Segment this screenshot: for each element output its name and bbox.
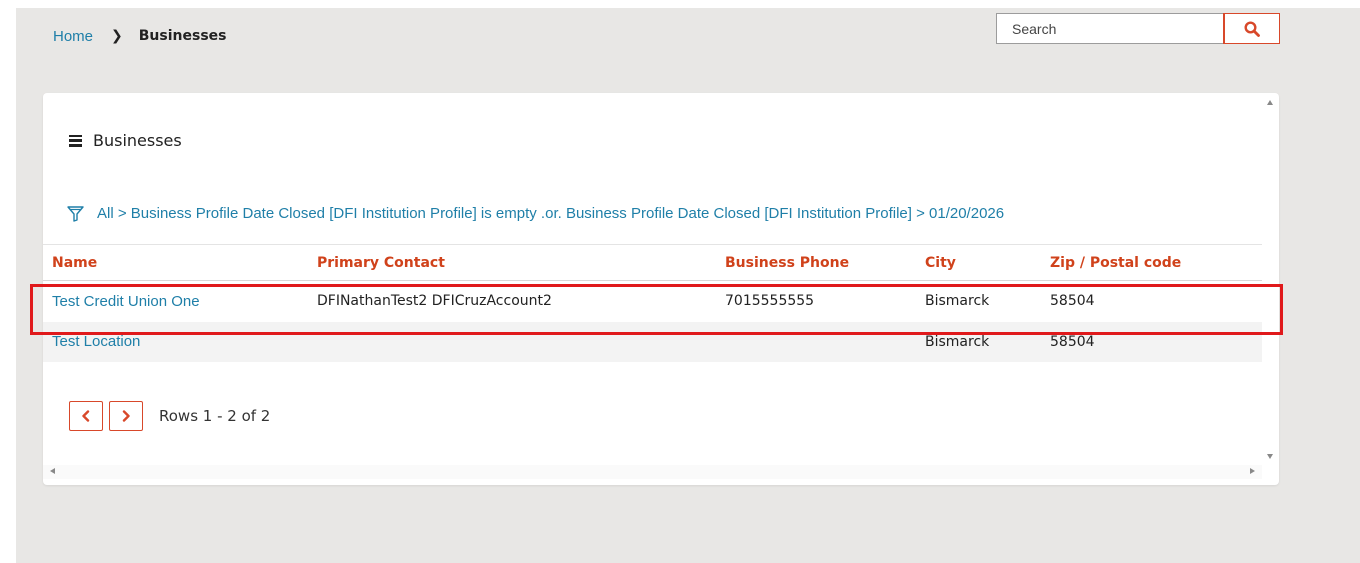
breadcrumb-home-link[interactable]: Home — [53, 28, 93, 45]
scroll-up-arrow-icon[interactable] — [1267, 100, 1273, 105]
scroll-right-arrow-icon[interactable] — [1250, 468, 1255, 474]
cell-business-phone — [716, 321, 916, 362]
breadcrumb-current: Businesses — [138, 28, 227, 44]
panel-title-text: Businesses — [93, 131, 182, 150]
breadcrumb: Home ❯ Businesses — [53, 26, 226, 46]
chevron-right-icon — [122, 410, 130, 422]
search-box — [996, 13, 1280, 44]
businesses-table: Name Primary Contact Business Phone City… — [43, 244, 1262, 362]
column-header-city[interactable]: City — [916, 244, 1041, 281]
filter-text[interactable]: All > Business Profile Date Closed [DFI … — [97, 205, 1004, 222]
search-input[interactable] — [997, 14, 1224, 43]
cell-city: Bismarck — [916, 321, 1041, 362]
column-header-primary-contact[interactable]: Primary Contact — [308, 244, 716, 281]
column-header-business-phone[interactable]: Business Phone — [716, 244, 916, 281]
cell-city: Bismarck — [925, 293, 990, 310]
column-header-name[interactable]: Name — [43, 244, 308, 281]
column-header-zip[interactable]: Zip / Postal code — [1041, 244, 1262, 281]
hamburger-icon — [69, 134, 82, 147]
chevron-left-icon — [82, 410, 90, 422]
businesses-panel: Businesses All > Business Profile Date C… — [43, 93, 1279, 485]
search-button[interactable] — [1223, 13, 1280, 44]
panel-title: Businesses — [69, 131, 182, 150]
table-header-row: Name Primary Contact Business Phone City… — [43, 244, 1262, 281]
scroll-left-arrow-icon[interactable] — [50, 468, 55, 474]
cell-name[interactable]: Test Location — [43, 321, 308, 362]
next-page-button[interactable] — [109, 401, 143, 431]
breadcrumb-separator-icon: ❯ — [111, 28, 123, 44]
cell-business-phone: 7015555555 — [725, 293, 815, 310]
table-row[interactable]: Test Location Bismarck 58504 — [43, 321, 1262, 362]
prev-page-button[interactable] — [69, 401, 103, 431]
cell-primary-contact: DFINathanTest2 DFICruzAccount2 — [317, 293, 552, 310]
cell-name[interactable]: Test Credit Union One — [43, 281, 308, 322]
cell-primary-contact — [308, 321, 716, 362]
scroll-down-arrow-icon[interactable] — [1267, 454, 1273, 459]
search-icon — [1244, 20, 1260, 37]
horizontal-scrollbar[interactable] — [43, 465, 1262, 479]
table-row[interactable]: Test Credit Union One DFINathanTest2 DFI… — [43, 281, 1262, 322]
cell-zip: 58504 — [1041, 321, 1262, 362]
pagination-status: Rows 1 - 2 of 2 — [159, 407, 271, 425]
cell-zip: 58504 — [1050, 293, 1095, 310]
filter-description: All > Business Profile Date Closed [DFI … — [67, 205, 1004, 222]
filter-icon[interactable] — [67, 205, 84, 222]
pagination: Rows 1 - 2 of 2 — [69, 401, 270, 431]
